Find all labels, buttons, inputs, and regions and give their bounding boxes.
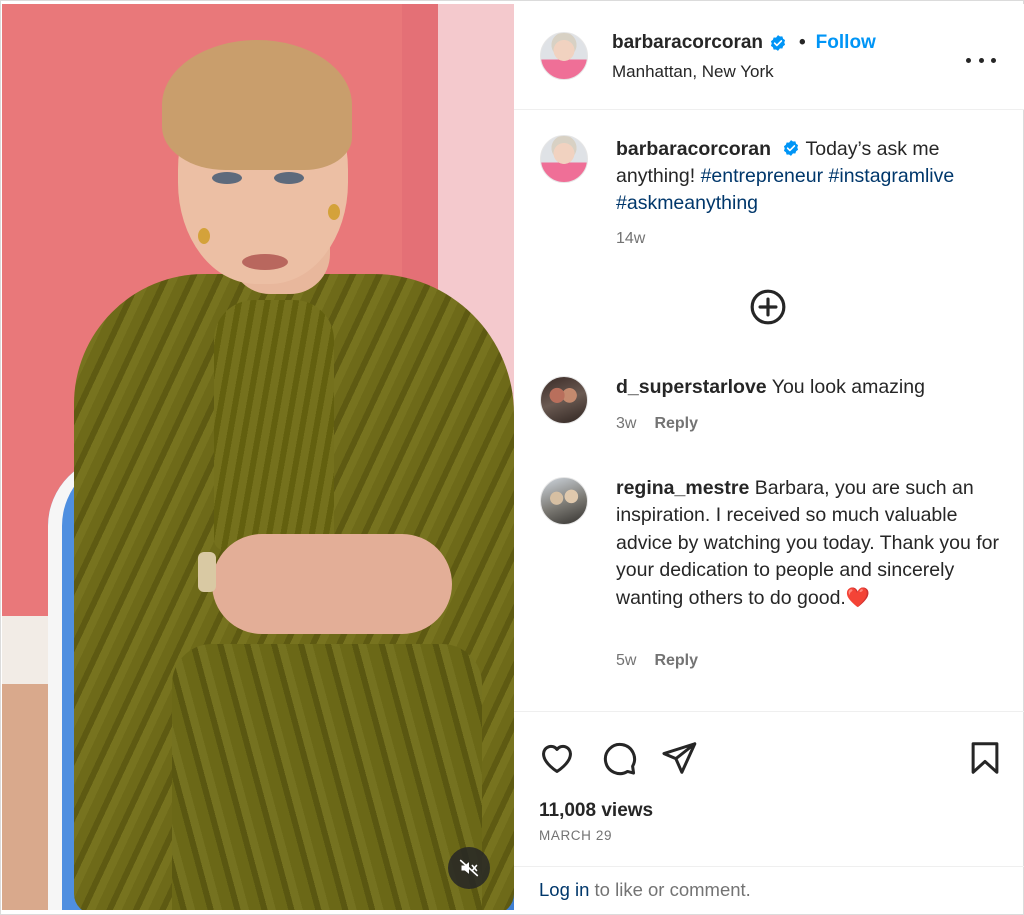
- hashtag-link[interactable]: #askmeanything: [616, 192, 758, 214]
- post-header: barbaracorcoran • Follow Manhattan, New …: [514, 4, 1024, 110]
- caption-text: barbaracorcoran Today’s ask me anything!…: [616, 136, 996, 217]
- caption-author-avatar[interactable]: [540, 135, 588, 183]
- commenter-avatar[interactable]: [540, 477, 588, 525]
- volume-off-icon: [459, 859, 479, 877]
- commenter-username[interactable]: d_superstarlove: [616, 376, 767, 398]
- plus-circle-icon[interactable]: [749, 288, 787, 326]
- comment-text: regina_mestre Barbara, you are such an i…: [616, 475, 1001, 612]
- view-count[interactable]: 11,008 views: [539, 800, 653, 822]
- post-panel: barbaracorcoran • Follow Manhattan, New …: [514, 4, 1024, 910]
- login-link[interactable]: Log in: [539, 879, 589, 900]
- comment-text: d_superstarlove You look amazing: [616, 374, 1001, 401]
- comment-timestamp[interactable]: 3w: [616, 415, 636, 433]
- wrist-watch: [198, 552, 216, 592]
- post-video[interactable]: [2, 4, 514, 910]
- author-line: barbaracorcoran • Follow: [612, 32, 876, 54]
- separator-dot: •: [799, 32, 806, 53]
- more-horizontal-icon: [978, 57, 984, 63]
- verified-badge-icon: [784, 140, 799, 156]
- comment-meta: 3w Reply: [616, 415, 698, 433]
- more-options-button[interactable]: [966, 52, 996, 68]
- reply-button[interactable]: Reply: [654, 652, 698, 670]
- more-horizontal-icon: [966, 57, 971, 63]
- earring-left: [198, 228, 210, 244]
- more-horizontal-icon: [991, 57, 996, 63]
- follow-button[interactable]: Follow: [816, 32, 876, 54]
- login-rest-text: to like or comment.: [594, 879, 751, 900]
- post-actions: 11,008 views MARCH 29: [514, 711, 1024, 866]
- author-username[interactable]: barbaracorcoran: [612, 32, 763, 54]
- person-hands: [212, 534, 452, 634]
- hashtag-link[interactable]: #entrepreneur: [701, 165, 824, 187]
- caption-author-username[interactable]: barbaracorcoran: [616, 138, 771, 160]
- commenter-username[interactable]: regina_mestre: [616, 477, 749, 499]
- person-eye-right: [274, 172, 304, 184]
- bookmark-icon[interactable]: [966, 739, 1004, 777]
- commenter-avatar[interactable]: [540, 376, 588, 424]
- heart-icon[interactable]: [538, 739, 576, 777]
- caption-timestamp[interactable]: 14w: [616, 230, 645, 248]
- login-line: Log in to like or comment.: [539, 879, 751, 901]
- mute-toggle-button[interactable]: [448, 847, 490, 889]
- author-avatar[interactable]: [540, 32, 588, 80]
- person-mouth: [242, 254, 288, 270]
- reply-button[interactable]: Reply: [654, 415, 698, 433]
- login-prompt: Log in to like or comment.: [514, 866, 1024, 910]
- person-legs: [172, 644, 482, 910]
- person-hair: [162, 40, 352, 170]
- comment-body: You look amazing: [771, 376, 925, 398]
- comment-meta: 5w Reply: [616, 652, 698, 670]
- verified-badge-icon: [770, 35, 786, 51]
- comment-timestamp[interactable]: 5w: [616, 652, 636, 670]
- heart-emoji: ❤️: [845, 586, 871, 609]
- post-location[interactable]: Manhattan, New York: [612, 62, 774, 82]
- blouse-bow: [214, 300, 334, 550]
- earring-right: [328, 204, 340, 220]
- comment-icon[interactable]: [600, 739, 638, 777]
- post-date[interactable]: MARCH 29: [539, 828, 612, 843]
- hashtag-link[interactable]: #instagramlive: [829, 165, 955, 187]
- share-icon[interactable]: [660, 739, 698, 777]
- person-eye-left: [212, 172, 242, 184]
- instagram-post-window: barbaracorcoran • Follow Manhattan, New …: [0, 0, 1024, 915]
